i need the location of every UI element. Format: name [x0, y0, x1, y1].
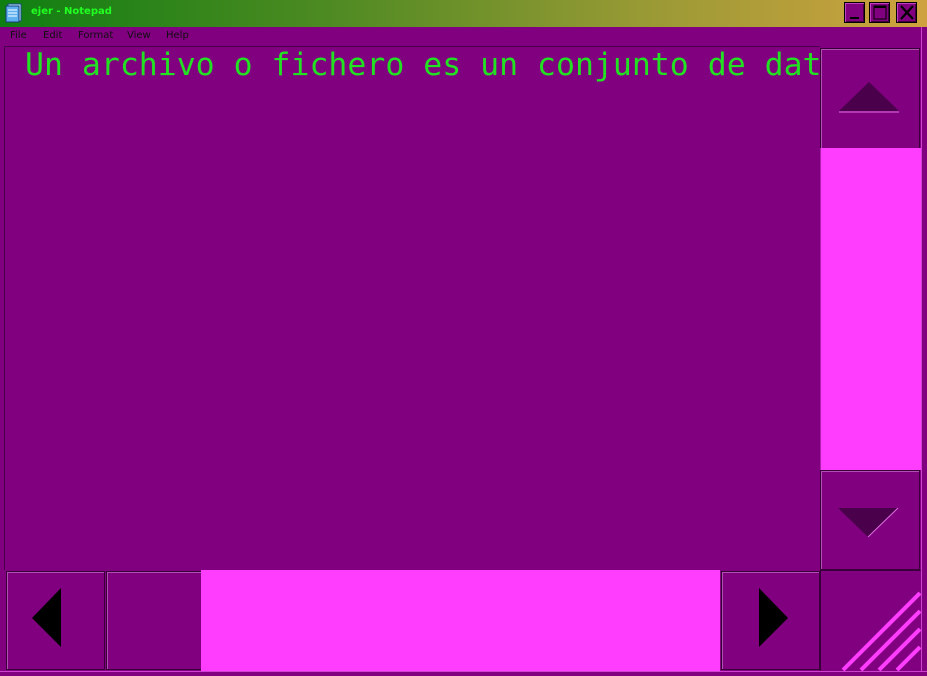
minimize-button[interactable]	[844, 2, 865, 23]
arrow-left-icon	[32, 588, 61, 647]
menu-bar: File Edit Format View Help	[0, 27, 927, 45]
scroll-left-button[interactable]	[6, 571, 105, 670]
editor-text-line[interactable]: Un archivo o fichero es un conjunto de d…	[25, 48, 820, 82]
resize-grip[interactable]	[820, 570, 922, 672]
scroll-down-button[interactable]	[820, 470, 920, 570]
notepad-icon[interactable]	[5, 3, 23, 23]
horizontal-scroll-thumb[interactable]	[201, 570, 720, 671]
title-bar[interactable]: ejer - Notepad	[0, 0, 927, 27]
window-bottom-border[interactable]	[0, 671, 927, 676]
menu-help[interactable]: Help	[166, 30, 189, 41]
arrow-up-icon	[839, 82, 899, 113]
text-editor[interactable]: Un archivo o fichero es un conjunto de d…	[4, 46, 820, 570]
close-icon	[900, 5, 914, 20]
horizontal-scrollbar[interactable]	[4, 570, 820, 671]
horizontal-scroll-track[interactable]	[106, 571, 202, 670]
scroll-up-button[interactable]	[820, 48, 920, 149]
scroll-right-button[interactable]	[721, 571, 820, 670]
minimize-icon	[850, 17, 859, 19]
window-title: ejer - Notepad	[31, 6, 112, 17]
menu-file[interactable]: File	[10, 30, 27, 41]
menu-view[interactable]: View	[127, 30, 151, 41]
vertical-scroll-thumb[interactable]	[820, 148, 921, 470]
resize-grip-icon	[841, 591, 922, 672]
arrow-right-icon	[759, 588, 788, 647]
close-button[interactable]	[896, 2, 917, 23]
arrow-down-icon	[838, 507, 899, 538]
menu-format[interactable]: Format	[78, 30, 113, 41]
maximize-icon	[873, 5, 887, 20]
menu-edit[interactable]: Edit	[43, 30, 62, 41]
window-right-border[interactable]	[921, 27, 927, 676]
vertical-scrollbar[interactable]	[820, 46, 921, 570]
notepad-window: ejer - Notepad File Edit Format View Hel…	[0, 0, 927, 676]
maximize-button[interactable]	[869, 2, 890, 23]
